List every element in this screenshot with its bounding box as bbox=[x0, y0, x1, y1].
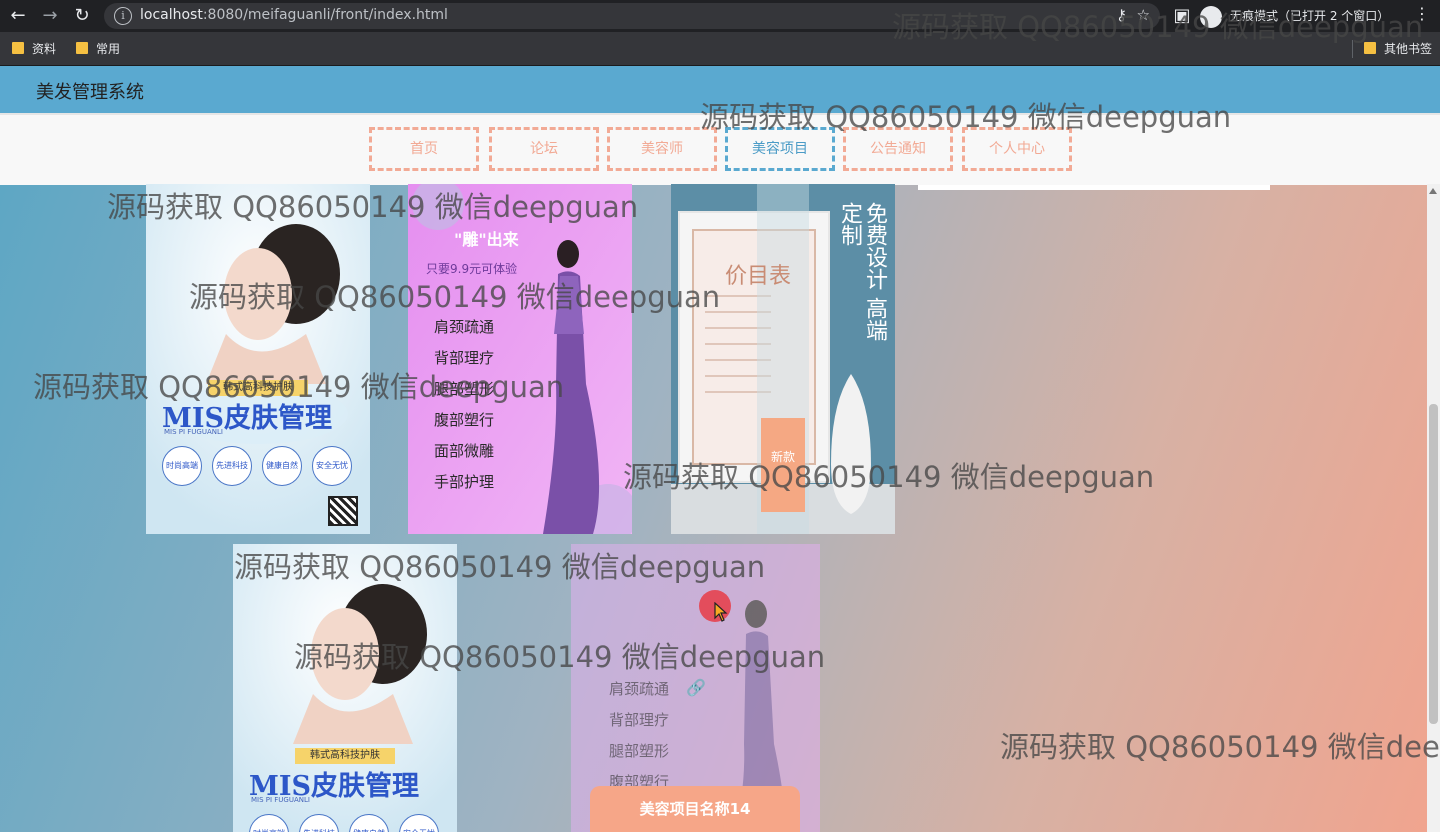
service-item: 背部理疗 bbox=[434, 349, 495, 367]
mis-subtitle-2: MIS PI FUGUANLI bbox=[251, 796, 310, 804]
service-item: 面部微雕 bbox=[434, 442, 495, 460]
mis-subtitle: MIS PI FUGUANLI bbox=[164, 428, 223, 436]
mouse-cursor-icon bbox=[714, 602, 728, 622]
folder-icon bbox=[12, 42, 24, 54]
star-icon[interactable]: ☆ bbox=[1137, 6, 1150, 24]
bookmark-separator bbox=[1352, 40, 1353, 58]
mis-badge: 时尚高端 bbox=[162, 446, 202, 486]
search-panel-edge bbox=[918, 185, 1270, 190]
pricelist-tag: 新款 bbox=[761, 418, 805, 512]
folder-icon bbox=[76, 42, 88, 54]
mis-badge: 安全无忧 bbox=[312, 446, 352, 486]
pricelist-vertical-text: 免费设计 高端定制 bbox=[837, 202, 887, 341]
info-icon[interactable]: i bbox=[114, 7, 132, 25]
incognito-avatar-icon bbox=[1200, 5, 1222, 28]
qr-code-icon bbox=[328, 496, 358, 526]
project-card-mis-2[interactable]: 韩式高科技护肤 MIS皮肤管理 MIS PI FUGUANLI 时尚高端 先进科… bbox=[233, 544, 457, 832]
service-item: 腿部塑形 bbox=[609, 742, 670, 760]
nav-forum[interactable]: 论坛 bbox=[489, 127, 599, 171]
project-card-pricelist[interactable]: 价目表 免费设计 高端定制 新款 bbox=[671, 184, 895, 534]
nav-home[interactable]: 首页 bbox=[369, 127, 479, 171]
incognito-indicator[interactable]: 无痕模式（已打开 2 个窗口） bbox=[1200, 4, 1389, 28]
app-header: 美发管理系统 bbox=[0, 66, 1440, 113]
key-icon[interactable]: ⚷ bbox=[1116, 6, 1127, 24]
service-item: 背部理疗 bbox=[609, 711, 670, 729]
main-navbar: 首页 论坛 美容师 美容项目 公告通知 个人中心 bbox=[0, 113, 1440, 185]
bookmark-folder-ziliao[interactable]: 资料 bbox=[12, 40, 56, 58]
bookmarks-bar: 资料 常用 其他书签 bbox=[0, 32, 1440, 66]
hovered-service-list: 肩颈疏通 背部理疗 腿部塑形 腹部塑行 bbox=[609, 674, 669, 798]
address-bar[interactable]: i localhost:8080/meifaguanli/front/index… bbox=[104, 3, 1160, 29]
nav-announcements[interactable]: 公告通知 bbox=[843, 127, 953, 171]
service-item: 肩颈疏通 bbox=[434, 318, 495, 336]
service-item: 腿部塑形 bbox=[434, 380, 495, 398]
sculpting-price: 只要9.9元可体验 bbox=[426, 262, 518, 276]
service-item: 手部护理 bbox=[434, 473, 495, 491]
link-icon[interactable]: 🔗 bbox=[686, 678, 706, 697]
mis-small-tag-2: 韩式高科技护肤 bbox=[295, 748, 395, 764]
folder-icon bbox=[1364, 42, 1376, 54]
page-scrollbar[interactable] bbox=[1427, 184, 1440, 832]
mis-badges: 时尚高端 先进科技 健康自然 安全无忧 bbox=[162, 446, 362, 486]
project-card-sculpting[interactable]: "雕"出来 只要9.9元可体验 肩颈疏通 背部理疗 腿部塑形 腹部塑行 面部微雕… bbox=[408, 184, 632, 534]
browser-toolbar: ← → ↻ i localhost:8080/meifaguanli/front… bbox=[0, 0, 1440, 32]
nav-beauty-projects[interactable]: 美容项目 bbox=[725, 127, 835, 171]
reload-icon[interactable]: ↻ bbox=[70, 4, 94, 28]
app-title: 美发管理系统 bbox=[36, 82, 144, 103]
back-arrow-icon[interactable]: ← bbox=[6, 4, 30, 28]
forward-arrow-icon[interactable]: → bbox=[38, 4, 62, 28]
other-bookmarks[interactable]: 其他书签 bbox=[1364, 40, 1432, 58]
pricelist-title: 价目表 bbox=[725, 264, 792, 289]
nav-personal-center[interactable]: 个人中心 bbox=[962, 127, 1072, 171]
mis-badge: 先进科技 bbox=[299, 814, 339, 832]
mis-small-tag: 韩式高科技护肤 bbox=[208, 380, 308, 396]
mis-badge: 先进科技 bbox=[212, 446, 252, 486]
bookmark-folder-changyong[interactable]: 常用 bbox=[76, 40, 120, 58]
scroll-up-arrow-icon[interactable] bbox=[1429, 188, 1437, 194]
tab-icon[interactable]: ▣ bbox=[1170, 4, 1194, 28]
mis-badge: 健康自然 bbox=[262, 446, 302, 486]
browser-menu-icon[interactable]: ⋮ bbox=[1414, 4, 1430, 23]
mis-badge: 健康自然 bbox=[349, 814, 389, 832]
sculpting-service-list: 肩颈疏通 背部理疗 腿部塑形 腹部塑行 面部微雕 手部护理 bbox=[434, 312, 494, 498]
mis-badge: 安全无忧 bbox=[399, 814, 439, 832]
service-item: 腹部塑行 bbox=[434, 411, 495, 429]
page-viewport: 美发管理系统 首页 论坛 美容师 美容项目 公告通知 个人中心 韩式高科技护肤 … bbox=[0, 66, 1440, 832]
service-item: 肩颈疏通 bbox=[609, 680, 670, 698]
url-text: localhost:8080/meifaguanli/front/index.h… bbox=[140, 7, 448, 23]
mis-badge: 时尚高端 bbox=[249, 814, 289, 832]
mis-badges-2: 时尚高端 先进科技 健康自然 安全无忧 bbox=[249, 814, 449, 832]
nav-beauticians[interactable]: 美容师 bbox=[607, 127, 717, 171]
address-bar-icons: ⚷ ☆ bbox=[1116, 6, 1150, 24]
scroll-thumb[interactable] bbox=[1429, 404, 1438, 724]
project-card-mis[interactable]: 韩式高科技护肤 MIS皮肤管理 MIS PI FUGUANLI 时尚高端 先进科… bbox=[146, 184, 370, 534]
project-name-label[interactable]: 美容项目名称14 bbox=[590, 786, 800, 832]
sculpting-headline: "雕"出来 bbox=[454, 230, 519, 249]
